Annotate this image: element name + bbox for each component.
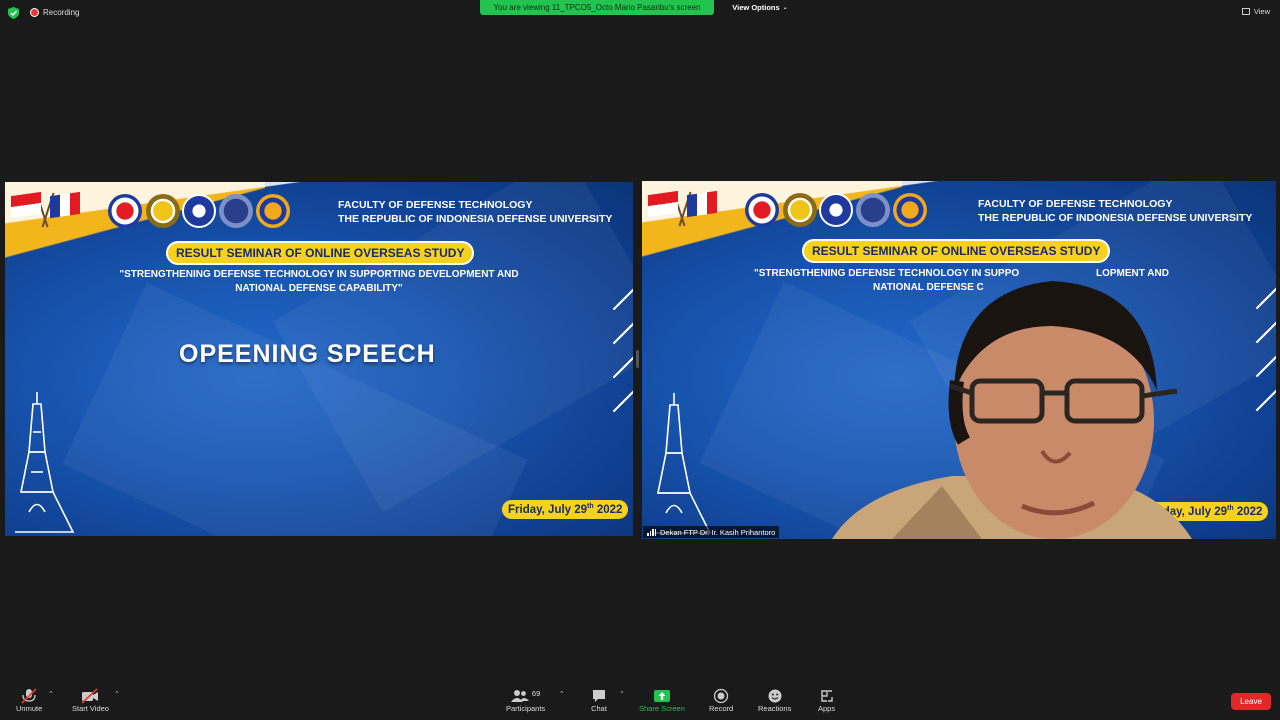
- indonesia-flag-icon: [648, 190, 678, 218]
- unmute-label: Unmute: [16, 704, 43, 713]
- chevron-down-icon: ⌄: [782, 5, 788, 11]
- university-logo-icon: [108, 194, 142, 228]
- faculty-logo-icon: [146, 194, 180, 228]
- navy-logo-icon: [219, 194, 253, 228]
- smiley-reaction-icon: [768, 689, 782, 703]
- chat-options-caret-icon[interactable]: ⌃: [619, 690, 625, 698]
- france-flag-icon: [687, 190, 717, 218]
- record-button[interactable]: Record: [709, 688, 733, 713]
- view-options-label: View Options: [732, 3, 780, 12]
- recording-indicator-icon: [30, 8, 39, 17]
- participant-count: 69: [531, 688, 541, 698]
- faculty-header: FACULTY OF DEFENSE TECHNOLOGY THE REPUBL…: [978, 198, 1253, 224]
- participant-name-tag: Dekan FTP Dr. Ir. Kasih Prihantoro: [643, 526, 780, 538]
- record-label: Record: [709, 704, 734, 713]
- signal-strength-icon: [647, 528, 656, 536]
- participants-button[interactable]: 69 Participants: [506, 688, 546, 714]
- share-screen-label: Share Screen: [639, 704, 685, 713]
- shared-screen-slide: FACULTY OF DEFENSE TECHNOLOGY THE REPUBL…: [5, 182, 633, 536]
- academy-logo-icon: [182, 194, 216, 228]
- viewing-banner: You are viewing 11_TPCO5_Octo Mario Pasa…: [480, 0, 714, 15]
- eiffel-tower-icon: [15, 392, 75, 533]
- seminar-title: RESULT SEMINAR OF ONLINE OVERSEAS STUDY: [168, 243, 473, 263]
- participants-label: Participants: [506, 704, 546, 713]
- recording-label: Recording: [43, 8, 80, 17]
- view-label: View: [1253, 7, 1270, 16]
- view-options-button[interactable]: View Options ⌄: [728, 0, 792, 15]
- chat-bubble-icon: [593, 690, 605, 702]
- speaker-video-tile: FACULTY OF DEFENSE TECHNOLOGY THE REPUBL…: [642, 181, 1276, 539]
- view-grid-icon: [1241, 8, 1250, 15]
- microphone-muted-icon: [21, 688, 37, 704]
- leave-button[interactable]: Leave: [1231, 693, 1271, 710]
- reactions-label: Reactions: [758, 704, 792, 713]
- panel-resize-handle[interactable]: [636, 350, 639, 368]
- eiffel-tower-icon: [652, 393, 712, 534]
- seminar-date: Friday, July 29th 2022: [502, 500, 629, 519]
- unmute-button[interactable]: Unmute: [16, 688, 42, 713]
- start-video-label: Start Video: [72, 704, 109, 713]
- view-button[interactable]: View: [1241, 7, 1270, 16]
- chat-label: Chat: [591, 704, 607, 713]
- participants-icon: [510, 690, 529, 702]
- decorative-stripes: [1252, 286, 1276, 433]
- apps-icon: [820, 690, 833, 702]
- share-screen-button[interactable]: Share Screen: [639, 688, 685, 713]
- academy-logo-icon: [819, 193, 853, 227]
- participants-options-caret-icon[interactable]: ⌃: [559, 690, 565, 698]
- record-icon: [713, 688, 729, 704]
- audio-options-caret-icon[interactable]: ⌃: [48, 690, 54, 698]
- slide-heading: OPEENING SPEECH: [179, 340, 436, 368]
- security-shield-icon[interactable]: [8, 7, 19, 19]
- faculty-logo-icon: [783, 193, 817, 227]
- chat-button[interactable]: Chat: [591, 688, 607, 713]
- start-video-button[interactable]: Start Video: [72, 688, 109, 713]
- share-screen-arrow-icon: [653, 690, 670, 702]
- university-logo-icon: [745, 193, 779, 227]
- seminar-theme: "STRENGTHENING DEFENSE TECHNOLOGY IN SUP…: [119, 269, 519, 294]
- decorative-stripes: [609, 287, 633, 434]
- france-flag-icon: [50, 191, 80, 219]
- airforce-logo-icon: [256, 194, 290, 228]
- apps-label: Apps: [818, 704, 836, 713]
- indonesia-flag-icon: [11, 191, 41, 219]
- reactions-button[interactable]: Reactions: [758, 688, 791, 713]
- airforce-logo-icon: [893, 193, 927, 227]
- faculty-header: FACULTY OF DEFENSE TECHNOLOGY THE REPUBL…: [338, 199, 613, 225]
- seminar-title: RESULT SEMINAR OF ONLINE OVERSEAS STUDY: [804, 241, 1109, 261]
- video-camera-off-icon: [81, 688, 99, 704]
- speaker-person: [832, 281, 1192, 539]
- navy-logo-icon: [856, 193, 890, 227]
- video-options-caret-icon[interactable]: ⌃: [114, 690, 120, 698]
- participant-name: Dekan FTP Dr. Ir. Kasih Prihantoro: [660, 527, 776, 537]
- apps-button[interactable]: Apps: [818, 688, 835, 713]
